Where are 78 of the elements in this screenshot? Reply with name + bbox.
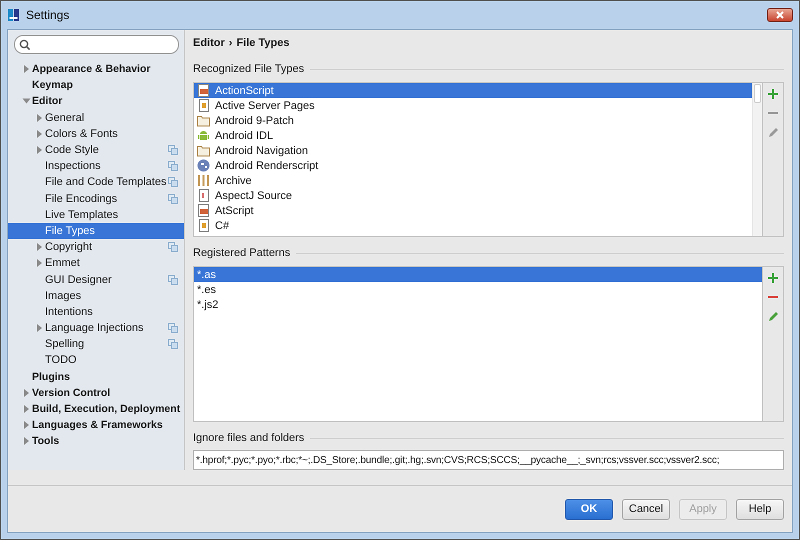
tree-item[interactable]: File and Code Templates — [8, 174, 184, 190]
tree-item[interactable]: Plugins — [8, 368, 184, 385]
breadcrumb-item: File Types — [236, 37, 290, 49]
search-icon — [19, 39, 30, 50]
triangle-icon[interactable] — [36, 146, 42, 154]
tree-item[interactable]: GUI Designer — [8, 271, 184, 288]
triangle-icon[interactable] — [36, 243, 42, 252]
triangle-icon[interactable] — [36, 130, 42, 138]
tree-item[interactable]: Languages & Frameworks — [8, 417, 184, 434]
breadcrumb-item: Editor — [193, 37, 225, 49]
list-item[interactable]: ActionScript — [194, 83, 752, 98]
section-title: Ignore files and folders — [193, 432, 304, 444]
circle-badge-icon — [197, 159, 210, 172]
tree-item[interactable]: Images — [8, 288, 184, 304]
tree-item[interactable]: General — [8, 110, 184, 126]
triangle-icon[interactable] — [36, 324, 42, 332]
list-item[interactable]: AspectJ Source — [194, 188, 752, 203]
breadcrumb-separator: › — [228, 37, 232, 49]
tree-item[interactable]: Version Control — [8, 384, 184, 401]
document-icon — [197, 99, 210, 112]
android-icon — [197, 129, 210, 142]
tree-item[interactable]: Colors & Fonts — [8, 126, 184, 142]
folder-icon — [197, 114, 210, 127]
file-icon — [197, 204, 210, 217]
tree-item[interactable]: File Encodings — [8, 190, 184, 207]
list-item[interactable]: *.es — [194, 282, 762, 297]
list-item[interactable]: Android Navigation — [194, 143, 752, 158]
tree-item[interactable]: Live Templates — [8, 206, 184, 223]
close-button[interactable] — [767, 8, 793, 22]
file-icon — [197, 189, 210, 202]
dialog-button[interactable]: OK — [565, 498, 613, 520]
window-title: Settings — [26, 8, 70, 22]
tree-item[interactable]: Language Injections — [8, 320, 184, 336]
add-icon[interactable] — [767, 88, 779, 100]
section-title: Registered Patterns — [193, 247, 290, 259]
tree-item[interactable]: Code Style — [8, 142, 184, 158]
triangle-icon[interactable] — [22, 421, 30, 430]
add-icon[interactable] — [767, 272, 779, 284]
list-item[interactable]: *.js2 — [194, 297, 762, 312]
pencil-icon[interactable] — [767, 310, 779, 322]
list-item[interactable]: Android 9-Patch — [194, 113, 752, 128]
dialog-button[interactable]: Cancel — [622, 498, 670, 520]
list-item[interactable]: Android IDL — [194, 128, 752, 143]
document-icon — [197, 219, 210, 232]
tree-item[interactable]: Inspections — [8, 158, 184, 174]
list-item[interactable]: C# — [194, 218, 752, 233]
tree-item[interactable]: TODO — [8, 352, 184, 369]
input-field[interactable]: *.hprof;*.pyc;*.pyo;*.rbc;*~;.DS_Store;.bundle;.git;.hg;.svn;CVS;RCS;SCCS;__pycache__;_svn;rcs;vssver.scc;vssver2.scc; — [193, 450, 784, 470]
triangle-icon[interactable] — [22, 405, 30, 414]
list-item[interactable]: Archive — [194, 173, 752, 188]
list-item[interactable]: Active Server Pages — [194, 98, 752, 113]
archive-icon — [197, 174, 210, 187]
tree-item[interactable]: Tools — [8, 433, 184, 450]
tree-item[interactable]: Intentions — [8, 304, 184, 320]
list-item[interactable]: *.as — [194, 267, 762, 282]
list-item[interactable]: AtScript — [194, 203, 752, 218]
tree-item[interactable]: Editor — [8, 93, 184, 110]
search-field[interactable] — [14, 35, 179, 54]
triangle-icon[interactable] — [36, 259, 42, 268]
triangle-icon[interactable] — [22, 65, 30, 74]
triangle-icon[interactable] — [22, 98, 30, 105]
tree-item[interactable]: Spelling — [8, 336, 184, 352]
list-item[interactable]: Android Renderscript — [194, 158, 752, 173]
tree-item[interactable]: Build, Execution, Deployment — [8, 400, 184, 418]
tree-item[interactable]: Appearance & Behavior — [8, 61, 184, 78]
tree-item[interactable]: Emmet — [8, 255, 184, 272]
section-title: Recognized File Types — [193, 63, 304, 75]
tree-item[interactable]: Copyright — [8, 239, 184, 256]
folder-icon — [197, 144, 210, 157]
tree-item[interactable]: Keymap — [8, 77, 184, 94]
triangle-icon[interactable] — [36, 114, 42, 122]
app-logo-icon — [8, 8, 20, 22]
triangle-icon[interactable] — [22, 437, 30, 446]
triangle-icon[interactable] — [22, 388, 30, 397]
tree-item[interactable]: File Types — [8, 222, 184, 240]
close-icon — [776, 11, 784, 19]
scrollbar[interactable] — [752, 83, 762, 236]
dialog-button[interactable]: Help — [736, 498, 784, 520]
